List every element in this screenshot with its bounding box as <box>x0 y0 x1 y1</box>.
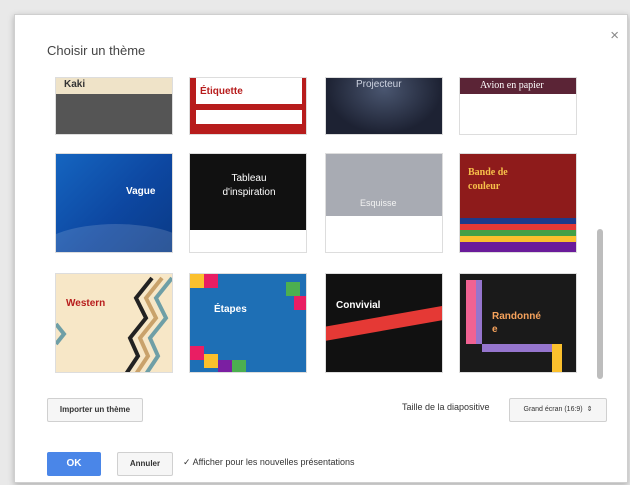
ok-button[interactable]: OK <box>47 452 101 476</box>
theme-tile-convivial[interactable]: Convivial <box>325 273 443 373</box>
theme-label: Tableau d'inspiration <box>222 173 276 198</box>
check-icon: ✓ <box>183 457 191 467</box>
theme-label: Randonné e <box>492 311 541 335</box>
show-for-new-presentations-checkbox[interactable]: ✓ Afficher pour les nouvelles présentati… <box>183 457 355 468</box>
theme-label: Kaki <box>64 79 86 90</box>
theme-tile-etapes[interactable]: Étapes <box>189 273 307 373</box>
theme-label: Étapes <box>214 304 247 315</box>
theme-label: Avion en papier <box>480 80 544 91</box>
theme-label: Étiquette <box>200 86 243 97</box>
theme-tile-bande-de-couleur[interactable]: Bande de couleur <box>459 153 577 253</box>
cancel-button[interactable]: Annuler <box>117 452 173 476</box>
theme-tile-western[interactable]: Western <box>55 273 173 373</box>
dialog-title: Choisir un thème <box>47 43 146 58</box>
theme-label: Convivial <box>336 300 381 311</box>
grid-scrollbar[interactable] <box>597 229 603 379</box>
theme-tile-kaki[interactable]: Kaki <box>55 77 173 135</box>
theme-tile-avion-en-papier[interactable]: Avion en papier <box>459 77 577 135</box>
theme-label: Vague <box>126 186 156 197</box>
slide-size-select[interactable]: Grand écran (16:9) ⇕ <box>509 398 607 422</box>
theme-tile-vague[interactable]: Vague <box>55 153 173 253</box>
slide-size-label: Taille de la diapositive <box>402 402 490 412</box>
theme-tile-esquisse[interactable]: Esquisse <box>325 153 443 253</box>
theme-tile-tableau[interactable]: Tableau d'inspiration <box>189 153 307 253</box>
theme-grid: Kaki Étiquette Projecteur Avion en papie… <box>43 77 607 383</box>
theme-tile-projecteur[interactable]: Projecteur <box>325 77 443 135</box>
close-icon[interactable]: × <box>610 27 619 44</box>
chevron-updown-icon: ⇕ <box>586 406 593 413</box>
western-zigzag-pattern <box>56 276 172 372</box>
theme-label: Bande de couleur <box>468 167 508 192</box>
theme-label: Esquisse <box>360 198 397 208</box>
import-theme-button[interactable]: Importer un thème <box>47 398 143 422</box>
theme-label: Projecteur <box>356 79 402 90</box>
slide-size-value: Grand écran (16:9) <box>523 406 583 413</box>
theme-tile-etiquette[interactable]: Étiquette <box>189 77 307 135</box>
theme-tile-randonnee[interactable]: Randonné e <box>459 273 577 373</box>
theme-label: Western <box>66 298 106 309</box>
theme-dialog: Choisir un thème × Kaki Étiquette Projec… <box>14 14 628 483</box>
checkbox-label: Afficher pour les nouvelles présentation… <box>192 457 355 467</box>
